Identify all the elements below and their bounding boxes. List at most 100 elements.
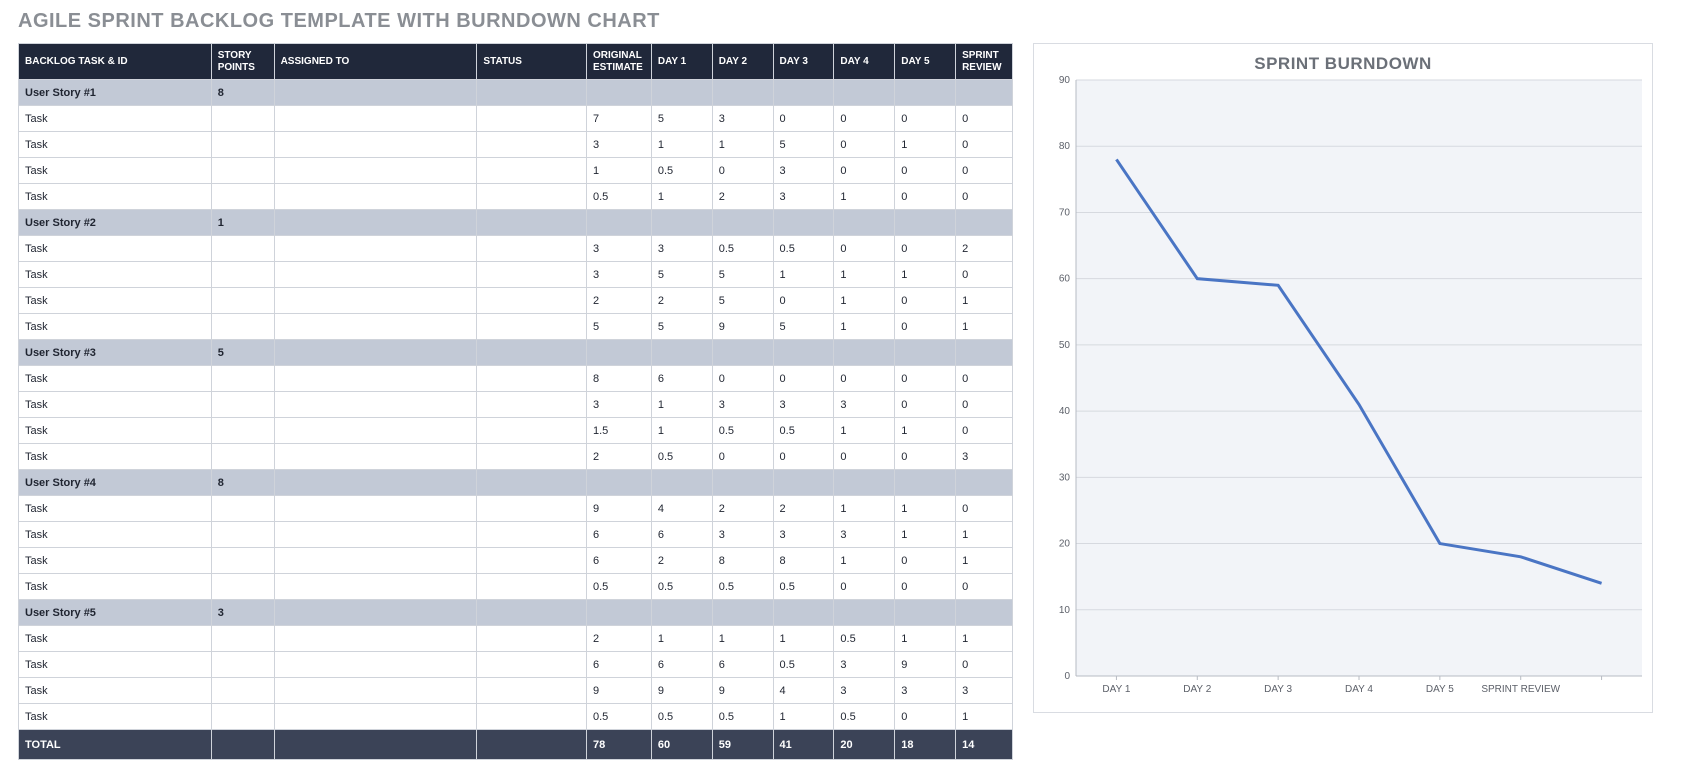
cell[interactable]: 1	[586, 158, 651, 184]
cell[interactable]: 0.5	[712, 236, 773, 262]
cell[interactable]: 3	[773, 392, 834, 418]
cell[interactable]: 1	[834, 548, 895, 574]
cell[interactable]: 1	[895, 262, 956, 288]
cell[interactable]	[211, 314, 274, 340]
cell[interactable]: 2	[956, 236, 1013, 262]
cell[interactable]	[274, 470, 477, 496]
cell[interactable]	[477, 392, 587, 418]
cell[interactable]	[586, 470, 651, 496]
cell[interactable]	[773, 340, 834, 366]
cell[interactable]: 1	[651, 626, 712, 652]
cell[interactable]: 3	[773, 158, 834, 184]
cell[interactable]: 0	[956, 184, 1013, 210]
cell[interactable]: 0	[712, 158, 773, 184]
cell[interactable]: Task	[19, 574, 212, 600]
cell[interactable]	[477, 418, 587, 444]
cell[interactable]: 0	[956, 366, 1013, 392]
cell[interactable]: 0	[773, 444, 834, 470]
cell[interactable]: 3	[895, 678, 956, 704]
cell[interactable]: Task	[19, 314, 212, 340]
cell[interactable]	[211, 132, 274, 158]
cell[interactable]	[477, 522, 587, 548]
cell[interactable]	[274, 80, 477, 106]
cell[interactable]: 5	[773, 132, 834, 158]
cell[interactable]: 6	[651, 366, 712, 392]
cell[interactable]: 0	[895, 704, 956, 730]
cell[interactable]: 0.5	[773, 574, 834, 600]
cell[interactable]: 1	[834, 184, 895, 210]
cell[interactable]	[477, 730, 587, 760]
cell[interactable]	[956, 340, 1013, 366]
cell[interactable]	[274, 522, 477, 548]
cell[interactable]: Task	[19, 106, 212, 132]
cell[interactable]	[956, 210, 1013, 236]
cell[interactable]: 0	[834, 106, 895, 132]
cell[interactable]	[274, 418, 477, 444]
cell[interactable]: 18	[895, 730, 956, 760]
cell[interactable]: 6	[651, 652, 712, 678]
cell[interactable]	[477, 236, 587, 262]
cell[interactable]	[477, 80, 587, 106]
cell[interactable]	[211, 444, 274, 470]
cell[interactable]: 3	[956, 444, 1013, 470]
cell[interactable]	[274, 314, 477, 340]
cell[interactable]: 2	[712, 184, 773, 210]
cell[interactable]: 6	[586, 522, 651, 548]
cell[interactable]: 0	[895, 366, 956, 392]
cell[interactable]	[895, 80, 956, 106]
cell[interactable]	[895, 210, 956, 236]
cell[interactable]: 2	[712, 496, 773, 522]
cell[interactable]: 2	[586, 626, 651, 652]
cell[interactable]: 8	[586, 366, 651, 392]
cell[interactable]	[274, 184, 477, 210]
cell[interactable]	[274, 106, 477, 132]
cell[interactable]: Task	[19, 522, 212, 548]
cell[interactable]	[712, 210, 773, 236]
cell[interactable]: 1	[834, 496, 895, 522]
cell[interactable]	[651, 80, 712, 106]
cell[interactable]: 1	[712, 626, 773, 652]
cell[interactable]	[211, 652, 274, 678]
cell[interactable]	[477, 704, 587, 730]
cell[interactable]	[211, 704, 274, 730]
cell[interactable]: 0	[712, 444, 773, 470]
cell[interactable]	[477, 262, 587, 288]
cell[interactable]: 0.5	[651, 444, 712, 470]
cell[interactable]: Task	[19, 678, 212, 704]
cell[interactable]: 9	[651, 678, 712, 704]
cell[interactable]: 1	[834, 288, 895, 314]
cell[interactable]: 0	[834, 158, 895, 184]
cell[interactable]	[895, 470, 956, 496]
cell[interactable]: 5	[651, 262, 712, 288]
cell[interactable]: 0	[956, 496, 1013, 522]
cell[interactable]: 3	[712, 392, 773, 418]
cell[interactable]	[477, 652, 587, 678]
cell[interactable]: 0.5	[712, 418, 773, 444]
cell[interactable]: 0.5	[651, 574, 712, 600]
cell[interactable]: 0	[956, 106, 1013, 132]
cell[interactable]: 1	[895, 496, 956, 522]
cell[interactable]: 1	[773, 704, 834, 730]
cell[interactable]: 0.5	[712, 704, 773, 730]
cell[interactable]: 3	[773, 522, 834, 548]
cell[interactable]: 9	[895, 652, 956, 678]
cell[interactable]	[211, 730, 274, 760]
cell[interactable]: 1.5	[586, 418, 651, 444]
cell[interactable]	[211, 496, 274, 522]
cell[interactable]	[274, 132, 477, 158]
cell[interactable]: TOTAL	[19, 730, 212, 760]
cell[interactable]: 0.5	[586, 184, 651, 210]
cell[interactable]: 9	[586, 678, 651, 704]
cell[interactable]: Task	[19, 236, 212, 262]
cell[interactable]: 3	[834, 522, 895, 548]
cell[interactable]: Task	[19, 652, 212, 678]
cell[interactable]: 1	[895, 522, 956, 548]
cell[interactable]	[712, 470, 773, 496]
cell[interactable]	[274, 366, 477, 392]
cell[interactable]	[477, 184, 587, 210]
cell[interactable]: 3	[834, 652, 895, 678]
cell[interactable]: 1	[651, 392, 712, 418]
cell[interactable]	[274, 288, 477, 314]
cell[interactable]	[274, 210, 477, 236]
cell[interactable]	[211, 626, 274, 652]
